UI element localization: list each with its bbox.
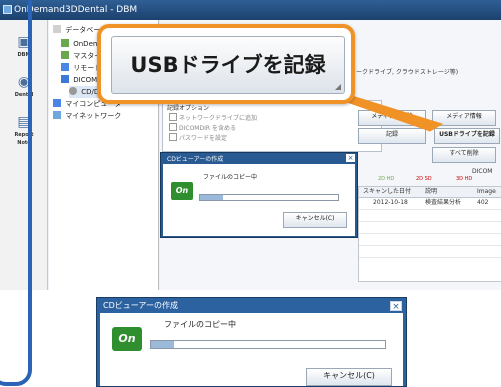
nav-dental-button[interactable]: ◉ Dental (6, 70, 42, 106)
remote-icon (61, 63, 69, 71)
dialog-title: CDビューアーの作成 (167, 156, 224, 163)
tooth-icon: ◉ (17, 74, 31, 90)
network-icon (53, 111, 61, 119)
cancel-button[interactable]: キャンセル(C) (283, 212, 347, 228)
tree-item[interactable]: マイネットワーク (53, 110, 121, 122)
option-checkbox[interactable]: DICOMDIR を含める (169, 123, 236, 132)
copy-dialog-small: CDビューアーの作成 × ファイルのコピー中 On キャンセル(C) (160, 152, 358, 238)
copy-dialog-large: CDビューアーの作成 × ファイルのコピー中 On キャンセル(C) (96, 297, 407, 387)
hd-labels: 2D HD 2D SD 3D HD (356, 176, 496, 186)
progress-fill (200, 195, 224, 200)
nav-dbm-label: DBM (17, 52, 31, 58)
hd-label: 3D HD (456, 176, 473, 182)
progress-bar (150, 340, 386, 349)
studies-grid: スキャンした日付 説明 Image 2012-10-18 検査結果分析 402 (358, 186, 501, 282)
cancel-button[interactable]: キャンセル(C) (306, 368, 392, 386)
database-icon: ▣ (17, 34, 31, 50)
usb-callout: USBドライブを記録 (97, 24, 355, 104)
grid-cell: 2012-10-18 (373, 199, 408, 206)
table-row[interactable]: 2012-10-18 検査結果分析 402 (359, 198, 501, 208)
ondemand-logo-icon: On (112, 327, 142, 351)
left-nav: ▣ DBM ◉ Dental ▤ Report Note (0, 20, 48, 290)
hd-label: 2D SD (416, 176, 432, 182)
grid-header-cell: Image (477, 188, 496, 195)
ondemand-logo-icon: On (171, 182, 193, 200)
nav-report-label: Report (14, 132, 34, 138)
grid-header-cell: 説明 (425, 188, 438, 195)
dialog-body: ファイルのコピー中 On キャンセル(C) (100, 313, 403, 386)
app-title: OnDemand3DDental - DBM (14, 5, 138, 15)
media-delete-button[interactable]: メディアの削除 (358, 110, 426, 126)
close-icon[interactable]: × (346, 154, 355, 162)
progress-fill (151, 341, 175, 348)
expand-icon (53, 25, 61, 33)
tree-item-label: マイネットワーク (65, 112, 122, 120)
nav-dbm-button[interactable]: ▣ DBM (6, 30, 42, 66)
dialog-body: ファイルのコピー中 On キャンセル(C) (163, 164, 355, 236)
usb-record-zoomed-button[interactable]: USBドライブを記録 (111, 36, 345, 94)
progress-bar (199, 194, 339, 201)
destination-hint: ークドライブ, クラウドストレージ等) (356, 69, 459, 76)
title-bar: OnDemand3DDental - DBM (0, 0, 501, 20)
report-icon: ▤ (17, 114, 31, 130)
option-checkbox[interactable]: パスワードを設定 (169, 133, 227, 142)
dialog-message: ファイルのコピー中 (164, 320, 236, 329)
right-label: DICOM (472, 168, 493, 175)
dropdown-corner-icon (335, 84, 341, 90)
dicom-icon (61, 75, 69, 83)
record-button[interactable]: 記録 (358, 128, 426, 144)
tree-item[interactable]: マスター (61, 50, 101, 62)
folder-icon (61, 39, 69, 47)
dialog-title: CDビューアーの作成 (103, 301, 178, 310)
media-info-button[interactable]: メディア情報 (432, 110, 496, 126)
option-checkbox[interactable]: ネットワークドライブに追加 (169, 113, 257, 122)
record-options-group: 記録オプション ネットワークドライブに追加 DICOMDIR を含める パスワー… (162, 100, 382, 152)
grid-cell: 検査結果分析 (425, 199, 462, 206)
grid-header-cell: スキャンした日付 (363, 188, 412, 195)
nav-dental-label: Dental (14, 92, 34, 98)
disc-icon (69, 87, 77, 95)
tree-item[interactable]: リモート (61, 62, 101, 74)
nav-note-button[interactable]: Note (6, 140, 42, 176)
computer-icon (53, 99, 61, 107)
delete-all-button[interactable]: すべて削除 (432, 147, 496, 163)
record-options-title: 記録オプション (167, 105, 210, 112)
callout-label: USBドライブを記録 (130, 53, 326, 77)
nav-note-label: Note (17, 140, 31, 146)
grid-cell: 402 (477, 199, 489, 206)
close-icon[interactable]: × (390, 301, 402, 312)
folder-icon (61, 51, 69, 59)
grid-header: スキャンした日付 説明 Image (359, 187, 501, 198)
tree-item[interactable]: DICOM (61, 74, 97, 86)
hd-label: 2D HD (378, 176, 395, 182)
dialog-message: ファイルのコピー中 (203, 174, 258, 181)
usb-record-button[interactable]: USBドライブを記録 (434, 128, 500, 144)
tree-item-label: DICOM (73, 76, 98, 84)
app-icon (3, 5, 12, 14)
